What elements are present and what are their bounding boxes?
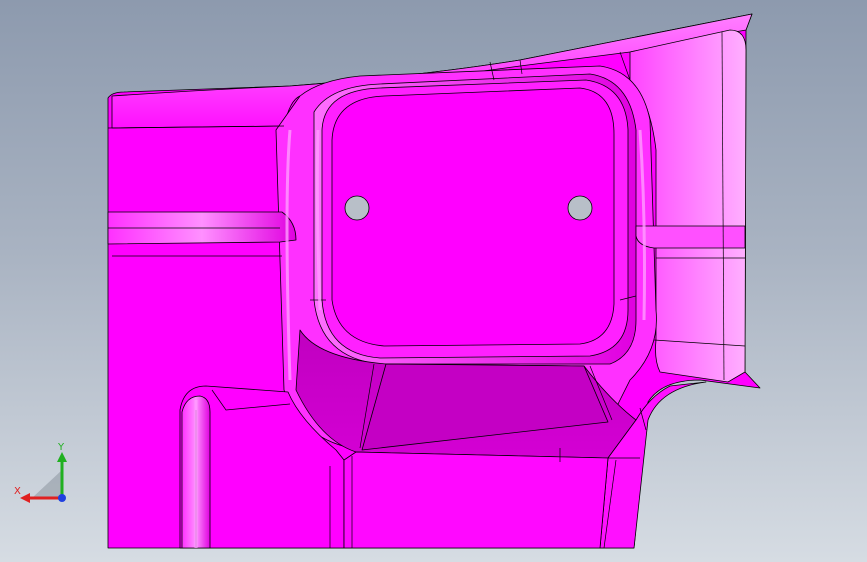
right-rib xyxy=(635,225,746,249)
coordinate-triad: Y X xyxy=(14,442,67,503)
triad-plane xyxy=(32,470,62,498)
x-axis-arrowhead xyxy=(20,493,30,503)
lower-band xyxy=(343,451,609,549)
y-axis-label: Y xyxy=(57,442,65,453)
graphics-viewport[interactable]: Y X xyxy=(0,0,867,562)
mounting-hole-right xyxy=(567,195,593,221)
z-axis-dot xyxy=(58,494,66,502)
y-axis-arrowhead xyxy=(57,452,67,462)
part-model[interactable] xyxy=(0,0,867,562)
x-axis-label: X xyxy=(14,486,21,497)
mounting-hole-left xyxy=(344,195,370,221)
